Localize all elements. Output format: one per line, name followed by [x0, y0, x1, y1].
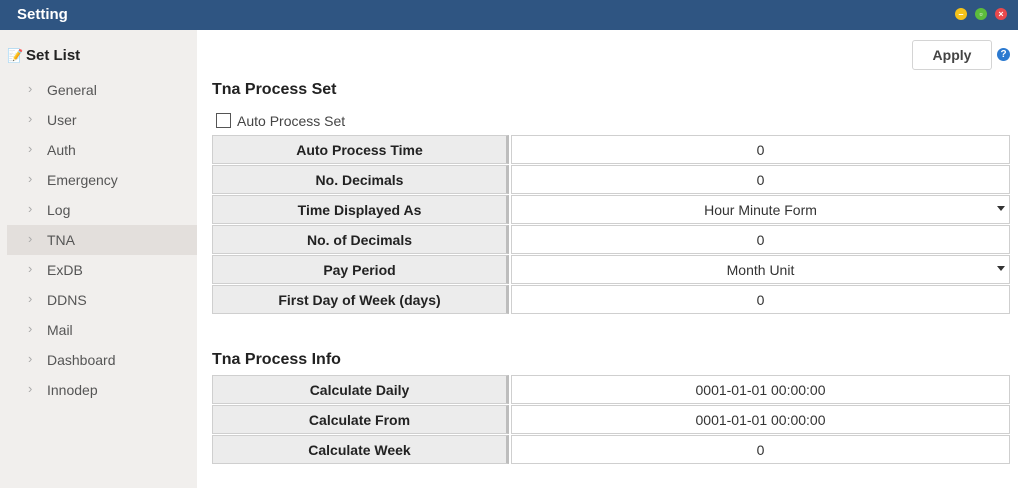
- sidebar-item-label: Mail: [47, 322, 73, 338]
- no-of-decimals-input[interactable]: 0: [511, 225, 1010, 254]
- chevron-right-icon: ›: [28, 141, 33, 156]
- maximize-icon[interactable]: ▫: [975, 8, 987, 20]
- caret-down-icon: [997, 206, 1005, 211]
- apply-button[interactable]: Apply: [912, 40, 992, 70]
- sidebar: 📝 Set List › General › User › Auth › Emer…: [0, 30, 197, 488]
- table-row: Auto Process Time 0: [212, 135, 1010, 164]
- sidebar-item-ddns[interactable]: › DDNS: [7, 285, 197, 315]
- sidebar-item-log[interactable]: › Log: [7, 195, 197, 225]
- row-label: Time Displayed As: [212, 195, 509, 224]
- auto-process-set-label: Auto Process Set: [237, 113, 346, 129]
- help-icon[interactable]: ?: [997, 48, 1010, 61]
- sidebar-item-label: DDNS: [47, 292, 87, 308]
- table-row: Pay Period Month Unit: [212, 255, 1010, 284]
- table-row: No. Decimals 0: [212, 165, 1010, 194]
- sidebar-item-tna[interactable]: › TNA: [7, 225, 197, 255]
- process-set-title: Tna Process Set: [212, 81, 337, 98]
- row-label: Calculate Daily: [212, 375, 509, 404]
- process-info-title: Tna Process Info: [212, 351, 341, 368]
- close-icon[interactable]: ×: [995, 8, 1007, 20]
- sidebar-item-dashboard[interactable]: › Dashboard: [7, 345, 197, 375]
- edit-list-icon: 📝: [7, 48, 24, 63]
- chevron-right-icon: ›: [28, 111, 33, 126]
- sidebar-heading-label: Set List: [26, 47, 81, 64]
- caret-down-icon: [997, 266, 1005, 271]
- first-day-of-week-input[interactable]: 0: [511, 285, 1010, 314]
- sidebar-item-user[interactable]: › User: [7, 105, 197, 135]
- sidebar-item-general[interactable]: › General: [7, 75, 197, 105]
- sidebar-item-emergency[interactable]: › Emergency: [7, 165, 197, 195]
- auto-process-set-checkbox[interactable]: [216, 113, 231, 128]
- chevron-right-icon: ›: [28, 231, 33, 246]
- select-value: Hour Minute Form: [704, 202, 817, 218]
- sidebar-item-label: TNA: [47, 232, 75, 248]
- sidebar-item-mail[interactable]: › Mail: [7, 315, 197, 345]
- window-title: Setting: [17, 6, 68, 23]
- table-row: Calculate From 0001-01-01 00:00:00: [212, 405, 1010, 434]
- row-label: First Day of Week (days): [212, 285, 509, 314]
- row-label: Auto Process Time: [212, 135, 509, 164]
- sidebar-item-exdb[interactable]: › ExDB: [7, 255, 197, 285]
- row-label: No. of Decimals: [212, 225, 509, 254]
- row-label: Pay Period: [212, 255, 509, 284]
- sidebar-item-label: Emergency: [47, 172, 118, 188]
- sidebar-heading: 📝 Set List: [7, 47, 80, 64]
- sidebar-item-auth[interactable]: › Auth: [7, 135, 197, 165]
- time-displayed-as-select[interactable]: Hour Minute Form: [511, 195, 1010, 224]
- auto-process-time-input[interactable]: 0: [511, 135, 1010, 164]
- calculate-daily-value: 0001-01-01 00:00:00: [511, 375, 1010, 404]
- sidebar-item-innodep[interactable]: › Innodep: [7, 375, 197, 405]
- chevron-right-icon: ›: [28, 81, 33, 96]
- row-label: Calculate Week: [212, 435, 509, 464]
- chevron-right-icon: ›: [28, 261, 33, 276]
- sidebar-item-label: User: [47, 112, 77, 128]
- table-row: Calculate Daily 0001-01-01 00:00:00: [212, 375, 1010, 404]
- pay-period-select[interactable]: Month Unit: [511, 255, 1010, 284]
- table-row: First Day of Week (days) 0: [212, 285, 1010, 314]
- calculate-from-value: 0001-01-01 00:00:00: [511, 405, 1010, 434]
- sidebar-item-label: ExDB: [47, 262, 83, 278]
- calculate-week-value: 0: [511, 435, 1010, 464]
- chevron-right-icon: ›: [28, 321, 33, 336]
- chevron-right-icon: ›: [28, 201, 33, 216]
- minimize-icon[interactable]: –: [955, 8, 967, 20]
- sidebar-item-label: Auth: [47, 142, 76, 158]
- chevron-right-icon: ›: [28, 381, 33, 396]
- sidebar-item-label: Innodep: [47, 382, 98, 398]
- chevron-right-icon: ›: [28, 351, 33, 366]
- no-decimals-input[interactable]: 0: [511, 165, 1010, 194]
- table-row: No. of Decimals 0: [212, 225, 1010, 254]
- table-row: Calculate Week 0: [212, 435, 1010, 464]
- sidebar-item-label: Log: [47, 202, 71, 218]
- title-bar: Setting – ▫ ×: [0, 0, 1018, 30]
- row-label: No. Decimals: [212, 165, 509, 194]
- chevron-right-icon: ›: [28, 291, 33, 306]
- sidebar-item-label: General: [47, 82, 97, 98]
- chevron-right-icon: ›: [28, 171, 33, 186]
- table-row: Time Displayed As Hour Minute Form: [212, 195, 1010, 224]
- row-label: Calculate From: [212, 405, 509, 434]
- sidebar-item-label: Dashboard: [47, 352, 116, 368]
- select-value: Month Unit: [726, 262, 795, 278]
